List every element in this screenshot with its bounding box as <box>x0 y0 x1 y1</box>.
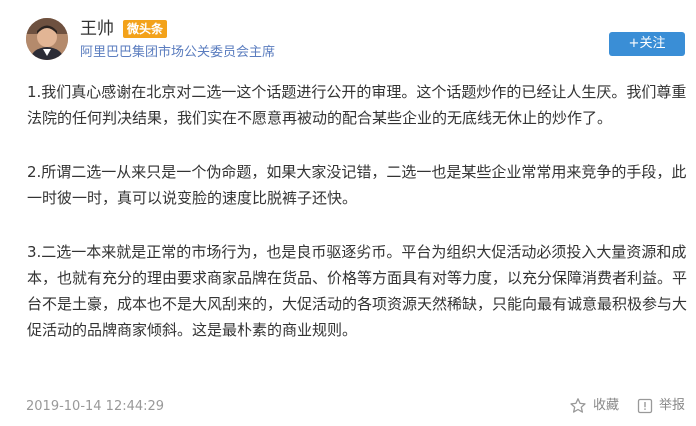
follow-button[interactable]: +关注 <box>609 32 685 56</box>
post-paragraph-2: 2.所谓二选一从来只是一个伪命题，如果大家没记错，二选一也是某些企业常常用来竞争… <box>27 163 687 207</box>
collect-label: 收藏 <box>593 398 620 413</box>
collect-button[interactable]: 收藏 <box>569 397 619 415</box>
post-timestamp: 2019-10-14 12:44:29 <box>26 399 165 414</box>
report-label: 举报 <box>659 398 686 413</box>
author-name[interactable]: 王帅 <box>80 18 114 40</box>
post-paragraph-3: 3.二选一本来就是正常的市场行为，也是良币驱逐劣币。平台为组织大促活动必须投入大… <box>27 243 688 339</box>
report-button[interactable]: 举报 <box>637 397 685 415</box>
post-content: 1.我们真心感谢在北京对二选一这个话题进行公开的审理。这个话题炒作的已经让人生厌… <box>27 79 687 371</box>
weitoutiao-badge: 微头条 <box>123 20 168 38</box>
star-icon <box>570 398 586 413</box>
post-paragraph-1: 1.我们真心感谢在北京对二选一这个话题进行公开的审理。这个话题炒作的已经让人生厌… <box>27 83 687 127</box>
avatar-image <box>26 18 68 60</box>
avatar[interactable] <box>26 18 68 60</box>
author-title: 阿里巴巴集团市场公关委员会主席 <box>80 45 276 60</box>
report-icon <box>637 398 653 414</box>
post-footer: 2019-10-14 12:44:29 收藏 举报 <box>26 398 686 418</box>
